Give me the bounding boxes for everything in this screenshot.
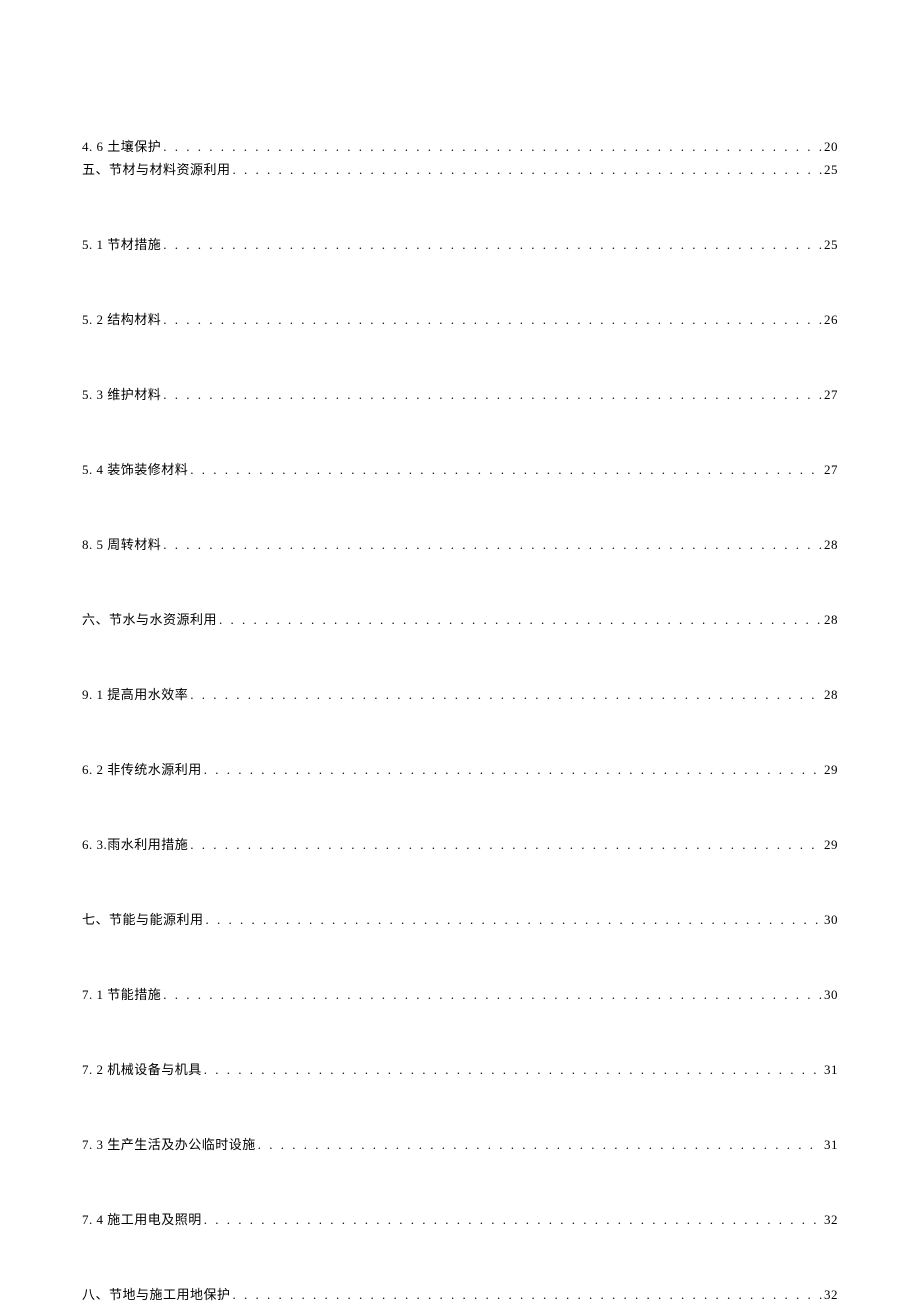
toc-label: 8. 5 周转材料 (82, 534, 161, 553)
toc-label: 5. 1 节材措施 (82, 234, 161, 253)
toc-label: 八、节地与施工用地保护 (82, 1284, 231, 1303)
toc-page-number: 32 (824, 1212, 838, 1228)
toc-page-number: 28 (824, 612, 838, 628)
toc-leader (190, 837, 822, 853)
toc-page-number: 26 (824, 312, 838, 328)
toc-label: 5. 4 装饰装修材料 (82, 459, 188, 478)
toc-entry: 7. 3 生产生活及办公临时设施 31 (82, 1134, 838, 1153)
toc-page-number: 30 (824, 987, 838, 1003)
toc-label: 7. 2 机械设备与机具 (82, 1059, 202, 1078)
toc-page-number: 29 (824, 837, 838, 853)
toc-entry: 6. 3.雨水利用措施 29 (82, 834, 838, 853)
table-of-contents: 4. 6 土壤保护 20 五、节材与材料资源利用 25 5. 1 节材措施 25 5. 2… (82, 136, 838, 1303)
toc-leader (204, 1062, 822, 1078)
toc-entry: 6. 2 非传统水源利用 29 (82, 759, 838, 778)
toc-label: 七、节能与能源利用 (82, 909, 204, 928)
document-page: 4. 6 土壤保护 20 五、节材与材料资源利用 25 5. 1 节材措施 25 5. 2… (0, 0, 920, 1301)
toc-page-number: 27 (824, 387, 838, 403)
toc-entry: 7. 4 施工用电及照明 32 (82, 1209, 838, 1228)
toc-label: 5. 3 维护材料 (82, 384, 161, 403)
toc-page-number: 20 (824, 139, 838, 155)
toc-page-number: 31 (824, 1062, 838, 1078)
toc-page-number: 29 (824, 762, 838, 778)
toc-label: 六、节水与水资源利用 (82, 609, 217, 628)
toc-leader (204, 762, 822, 778)
toc-entry: 4. 6 土壤保护 20 (82, 136, 838, 155)
toc-leader (163, 312, 822, 328)
toc-leader (258, 1137, 822, 1153)
toc-page-number: 25 (824, 237, 838, 253)
toc-label: 6. 2 非传统水源利用 (82, 759, 202, 778)
toc-leader (190, 687, 822, 703)
toc-label: 5. 2 结构材料 (82, 309, 161, 328)
toc-label: 7. 4 施工用电及照明 (82, 1209, 202, 1228)
toc-entry: 7. 2 机械设备与机具 31 (82, 1059, 838, 1078)
toc-page-number: 27 (824, 462, 838, 478)
toc-entry: 5. 1 节材措施 25 (82, 234, 838, 253)
toc-entry: 八、节地与施工用地保护32 (82, 1284, 838, 1303)
toc-leader (163, 537, 822, 553)
toc-label: 7. 3 生产生活及办公临时设施 (82, 1134, 256, 1153)
toc-entry: 六、节水与水资源利用 28 (82, 609, 838, 628)
toc-entry: 七、节能与能源利用 30 (82, 909, 838, 928)
toc-entry: 5. 4 装饰装修材料 27 (82, 459, 838, 478)
toc-page-number: 30 (824, 912, 838, 928)
toc-entry: 5. 3 维护材料 27 (82, 384, 838, 403)
toc-label: 6. 3.雨水利用措施 (82, 834, 188, 853)
toc-leader (206, 912, 822, 928)
toc-label: 4. 6 土壤保护 (82, 136, 161, 155)
toc-label: 9. 1 提高用水效率 (82, 684, 188, 703)
toc-page-number: 28 (824, 537, 838, 553)
toc-leader (204, 1212, 822, 1228)
toc-leader (190, 462, 822, 478)
toc-entry: 5. 2 结构材料 26 (82, 309, 838, 328)
toc-entry: 9. 1 提高用水效率 28 (82, 684, 838, 703)
toc-page-number: 31 (824, 1137, 838, 1153)
toc-label: 五、节材与材料资源利用 (82, 159, 231, 178)
toc-leader (219, 612, 822, 628)
toc-entry: 五、节材与材料资源利用 25 (82, 159, 838, 178)
toc-leader (233, 162, 822, 178)
toc-leader (163, 987, 822, 1003)
toc-page-number: 28 (824, 687, 838, 703)
toc-entry: 8. 5 周转材料 28 (82, 534, 838, 553)
toc-leader (163, 387, 822, 403)
toc-leader (163, 139, 822, 155)
toc-label: 7. 1 节能措施 (82, 984, 161, 1003)
toc-leader (163, 237, 822, 253)
toc-entry: 7. 1 节能措施 30 (82, 984, 838, 1003)
toc-page-number: 25 (824, 162, 838, 178)
